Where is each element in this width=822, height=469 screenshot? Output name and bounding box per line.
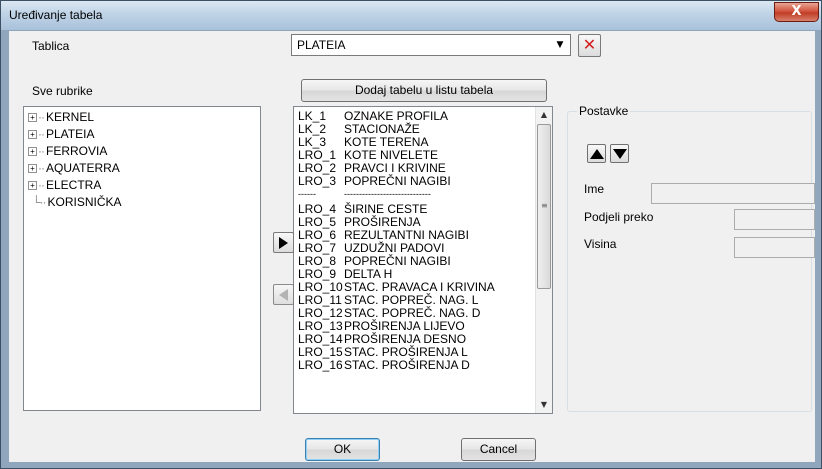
ok-button[interactable]: OK (305, 438, 380, 461)
add-table-button[interactable]: Dodaj tabelu u listu tabela (301, 79, 547, 102)
close-button[interactable]: X (774, 2, 819, 22)
window-title: Uređivanje tabela (9, 8, 103, 22)
tree-item-label: PLATEIA (46, 127, 95, 141)
table-list[interactable]: LK_1 OZNAKE PROFILA LK_2 STACIONAŽE LK_3 KO… (293, 106, 553, 414)
sve-rubrike-label: Sve rubrike (32, 84, 93, 98)
expand-plus-icon[interactable]: + (28, 113, 37, 122)
arrow-up-icon (590, 149, 604, 159)
cancel-button[interactable]: Cancel (461, 438, 536, 461)
list-item[interactable]: LRO_3 POPREČNI NAGIBI (298, 175, 451, 188)
tree-item-label: FERROVIA (46, 144, 108, 158)
ime-label: Ime (584, 182, 605, 196)
move-up-button[interactable] (587, 144, 606, 163)
list-item[interactable]: LRO_16STAC. PROŠIRENJA D (298, 359, 470, 372)
list-separator[interactable]: ------ ----------------------------- (298, 188, 431, 201)
delete-table-button[interactable]: ✕ (578, 34, 601, 57)
arrow-down-icon (613, 149, 627, 159)
grip-icon: ≡ (541, 201, 548, 210)
scroll-down-arrow-icon[interactable]: ▼ (536, 397, 552, 413)
tree-item-electra[interactable]: + ·· ELECTRA (28, 178, 101, 195)
list-scrollbar[interactable]: ▲ ≡ ▼ (535, 107, 552, 413)
postavke-label: Postavke (577, 104, 631, 118)
expand-plus-icon[interactable]: + (28, 147, 37, 156)
tree-item-label: AQUATERRA (46, 161, 120, 175)
dialog-window: Uređivanje tabela X Tablica PLATEIA ▼ ✕ … (0, 0, 822, 469)
arrow-right-icon (279, 237, 288, 249)
podjeli-preko-field[interactable] (734, 209, 815, 230)
tree-item-kernel[interactable]: + ·· KERNEL (28, 110, 94, 127)
category-tree[interactable]: + ·· KERNEL + ·· PLATEIA + ·· FERROVIA + ·· AQUA… (23, 106, 261, 411)
move-right-button[interactable] (273, 232, 294, 253)
expand-plus-icon[interactable]: + (28, 164, 37, 173)
tree-item-korisnicka[interactable]: └·· KORISNIČKA (28, 195, 122, 212)
scroll-up-arrow-icon[interactable]: ▲ (536, 107, 552, 123)
tablica-label: Tablica (32, 39, 70, 53)
ime-field[interactable] (651, 183, 815, 204)
arrow-left-icon (279, 289, 288, 301)
move-down-button[interactable] (610, 144, 629, 163)
tree-item-label: KERNEL (46, 110, 95, 124)
chevron-down-icon[interactable]: ▼ (553, 38, 567, 52)
tree-item-plateia[interactable]: + ·· PLATEIA (28, 127, 94, 144)
visina-label: Visina (584, 237, 617, 251)
expand-plus-icon[interactable]: + (28, 130, 37, 139)
tree-item-label: KORISNIČKA (47, 195, 122, 209)
tree-item-label: ELECTRA (46, 178, 102, 192)
red-x-icon: ✕ (582, 35, 597, 54)
tree-item-aquaterra[interactable]: + ·· AQUATERRA (28, 161, 120, 178)
visina-field[interactable] (734, 237, 815, 258)
expand-plus-icon[interactable]: + (28, 181, 37, 190)
move-left-button[interactable] (273, 284, 294, 305)
scroll-thumb[interactable]: ≡ (537, 124, 551, 289)
tree-item-ferrovia[interactable]: + ·· FERROVIA (28, 144, 107, 161)
tablica-selected-value: PLATEIA (297, 38, 346, 52)
podjeli-preko-label: Podjeli preko (584, 210, 654, 224)
tablica-dropdown[interactable]: PLATEIA ▼ (291, 34, 571, 56)
title-bar[interactable]: Uređivanje tabela X (1, 1, 821, 30)
